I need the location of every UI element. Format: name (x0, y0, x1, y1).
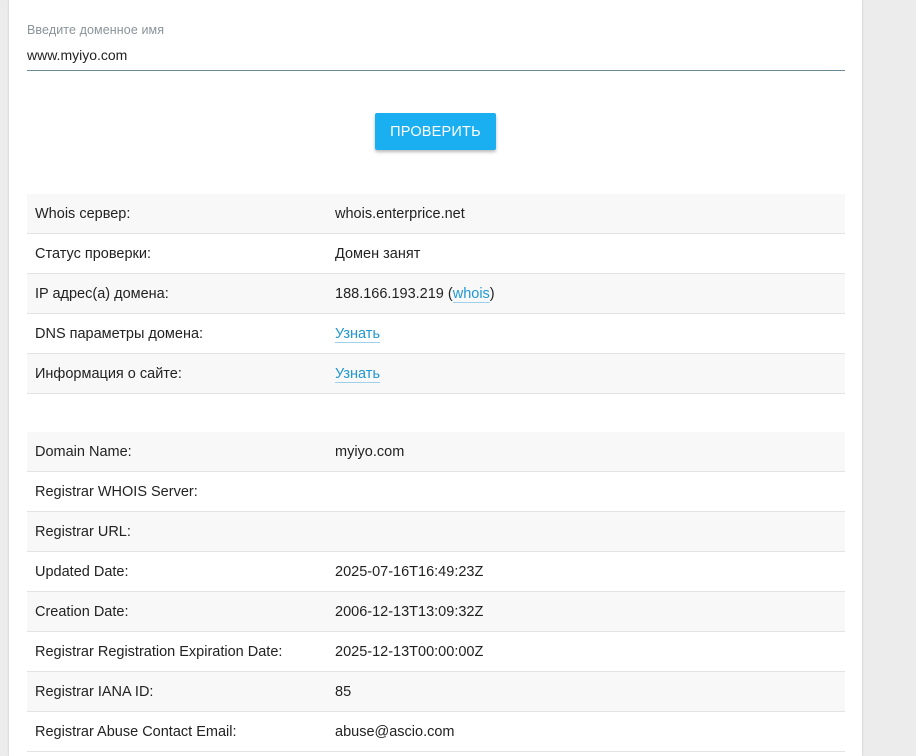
site-info-link[interactable]: Узнать (335, 365, 380, 383)
domain-field: Введите доменное имя (27, 22, 845, 71)
row-key: Registrar WHOIS Server: (27, 471, 327, 512)
table-row: Registrar Registration Expiration Date: … (27, 631, 845, 672)
row-value (327, 471, 845, 512)
row-value: myiyo.com (327, 432, 845, 472)
ip-whois-link[interactable]: whois (452, 285, 490, 303)
row-value: 2006-12-13T13:09:32Z (327, 591, 845, 632)
row-value: 2025-12-13T00:00:00Z (327, 631, 845, 672)
row-key: Registrar Abuse Contact Email: (27, 711, 327, 752)
row-key: Информация о сайте: (27, 353, 327, 394)
table-row: Creation Date: 2006-12-13T13:09:32Z (27, 591, 845, 632)
row-key: IP адрес(а) домена: (27, 273, 327, 314)
row-value: 2025-07-16T16:49:23Z (327, 551, 845, 592)
row-key: Статус проверки: (27, 233, 327, 274)
row-value: whois.enterprice.net (327, 194, 845, 234)
row-key: Updated Date: (27, 551, 327, 592)
row-value: 85 (327, 671, 845, 712)
row-key: Creation Date: (27, 591, 327, 632)
row-value-ip: 188.166.193.219 (whois) (327, 273, 845, 314)
row-key: DNS параметры домена: (27, 313, 327, 354)
row-key: Whois сервер: (27, 194, 327, 234)
whois-data-table: Domain Name: myiyo.com Registrar WHOIS S… (27, 432, 845, 752)
table-row: Registrar URL: (27, 511, 845, 552)
whois-card: Введите доменное имя ПРОВЕРИТЬ Whois сер… (9, 0, 862, 756)
table-row: Updated Date: 2025-07-16T16:49:23Z (27, 551, 845, 592)
row-value (327, 511, 845, 552)
dns-info-link[interactable]: Узнать (335, 325, 380, 343)
row-value: abuse@ascio.com (327, 711, 845, 752)
row-key: Registrar URL: (27, 511, 327, 552)
check-button[interactable]: ПРОВЕРИТЬ (375, 113, 496, 150)
table-row: Registrar Abuse Contact Email: abuse@asc… (27, 711, 845, 752)
check-result-table: Whois сервер: whois.enterprice.net Стату… (27, 194, 845, 394)
domain-input[interactable] (27, 45, 845, 65)
table-row: Registrar IANA ID: 85 (27, 671, 845, 712)
row-value: Узнать (327, 313, 845, 354)
row-value: Домен занят (327, 233, 845, 274)
row-value: Узнать (327, 353, 845, 394)
table-row: Registrar WHOIS Server: (27, 471, 845, 512)
row-key: Registrar IANA ID: (27, 671, 327, 712)
table-row: Информация о сайте: Узнать (27, 353, 845, 394)
paren-close: ) (489, 285, 495, 302)
paren-open: ( (443, 285, 453, 302)
row-key: Domain Name: (27, 432, 327, 472)
table-row: DNS параметры домена: Узнать (27, 313, 845, 354)
table-row: Domain Name: myiyo.com (27, 432, 845, 472)
domain-field-label: Введите доменное имя (27, 23, 165, 37)
row-key: Registrar Registration Expiration Date: (27, 631, 327, 672)
table-row: Статус проверки: Домен занят (27, 233, 845, 274)
table-row: Whois сервер: whois.enterprice.net (27, 194, 845, 234)
ip-address: 188.166.193.219 (335, 285, 444, 302)
table-row: IP адрес(а) домена: 188.166.193.219 (who… (27, 273, 845, 314)
